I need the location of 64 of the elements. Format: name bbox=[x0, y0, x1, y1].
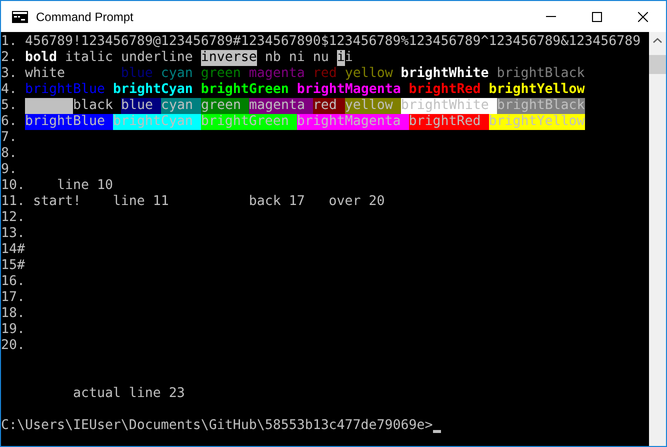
terminal-text: brightRed bbox=[408, 82, 481, 98]
terminal-text: brightBlack bbox=[496, 98, 585, 114]
terminal-text: brightBlue bbox=[25, 82, 105, 98]
scroll-thumb[interactable] bbox=[649, 55, 666, 74]
terminal-text: brightRed bbox=[408, 114, 489, 130]
scrollbar[interactable] bbox=[649, 32, 666, 446]
terminal-text: 11. start! line 11 back 17 over 20 bbox=[1, 194, 385, 210]
terminal-text: 3. white bbox=[1, 66, 65, 82]
terminal-text: bold bbox=[25, 50, 57, 66]
terminal-text: 16. bbox=[1, 274, 25, 290]
terminal-text: brightGreen bbox=[200, 114, 297, 130]
terminal-text: i bbox=[344, 50, 353, 66]
terminal-text: cyan bbox=[160, 66, 193, 82]
terminal-text: 17. bbox=[1, 290, 25, 306]
terminal-text: brightCyan bbox=[112, 114, 201, 130]
terminal-text: 19. bbox=[1, 322, 25, 338]
terminal-text: brightMagenta bbox=[296, 114, 409, 130]
terminal-text: 7. bbox=[1, 130, 17, 146]
terminal-text: 14# bbox=[1, 242, 25, 258]
terminal-text: 15# bbox=[1, 258, 25, 274]
terminal-text: brightMagenta bbox=[296, 82, 401, 98]
terminal-text: brightYellow bbox=[488, 82, 585, 98]
terminal-text: green bbox=[200, 98, 249, 114]
terminal-text: magenta bbox=[248, 66, 305, 82]
terminal-text: i bbox=[336, 50, 345, 66]
terminal-text: blue bbox=[121, 98, 161, 114]
terminal-text: cyan bbox=[161, 98, 201, 114]
terminal-text: blue bbox=[120, 66, 153, 82]
terminal-text: magenta bbox=[248, 98, 313, 114]
window-title: Command Prompt bbox=[36, 10, 134, 24]
terminal-text: red bbox=[312, 98, 345, 114]
terminal-text: 13. bbox=[1, 226, 25, 242]
maximize-icon bbox=[592, 12, 602, 22]
terminal-text: italic underline bbox=[64, 50, 194, 66]
terminal-text: 5. bbox=[1, 98, 18, 114]
terminal-text: 12. bbox=[1, 210, 25, 226]
minimize-icon bbox=[546, 16, 556, 17]
terminal-text: brightYellow bbox=[488, 114, 585, 130]
terminal-text: black bbox=[73, 98, 114, 114]
terminal-text: brightBlue bbox=[25, 114, 113, 130]
close-icon bbox=[638, 12, 648, 22]
terminal-text: green bbox=[200, 66, 241, 82]
terminal-text: actual line 23 bbox=[72, 386, 185, 402]
terminal-text: 6. bbox=[1, 114, 18, 130]
terminal-text: red bbox=[312, 66, 337, 82]
terminal-text: inverse bbox=[200, 50, 257, 66]
command-prompt: C:\Users\IEUser\Documents\GitHub\58553b13c477de79069e> bbox=[1, 418, 433, 434]
terminal-text: 1. 456789!123456789@123456789#1234567890$123456789%123456789^123456789&123456789 bbox=[1, 34, 641, 50]
terminal-text: nb ni nu bbox=[264, 50, 330, 66]
terminal-text: 20. bbox=[1, 338, 25, 354]
terminal-text: 4. bbox=[1, 82, 18, 98]
terminal-text: brightCyan bbox=[112, 82, 193, 98]
terminal-text: 10. line 10 bbox=[1, 178, 113, 194]
terminal-text: 8. bbox=[1, 146, 17, 162]
terminal-text: brightGreen bbox=[200, 82, 289, 98]
terminal-text: 9. bbox=[1, 162, 17, 178]
console-icon bbox=[12, 10, 28, 22]
terminal-text: yellow bbox=[344, 98, 401, 114]
terminal-text: brightWhite bbox=[400, 66, 489, 82]
terminal-text: 2. bbox=[1, 50, 18, 66]
terminal-text: brightWhite bbox=[400, 98, 497, 114]
terminal-text: brightBlack bbox=[496, 66, 585, 82]
terminal-text: 18. bbox=[1, 306, 25, 322]
terminal-text: yellow bbox=[344, 66, 393, 82]
